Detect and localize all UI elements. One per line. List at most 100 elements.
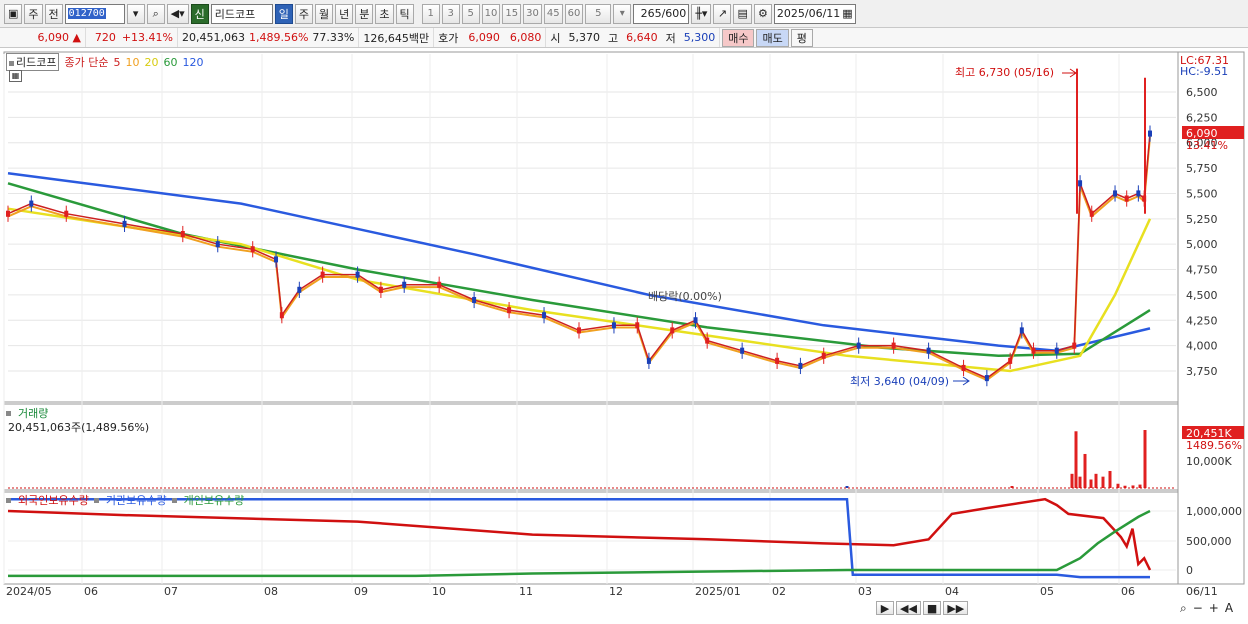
ma20-label: 20	[144, 55, 159, 69]
volume-bar	[1094, 473, 1098, 488]
stock-name-field[interactable]: 리드코프	[210, 3, 273, 24]
volume-info: 20,451,063 1,489.56% 77.33%	[178, 28, 360, 47]
speaker-icon[interactable]: ◀▾	[166, 3, 189, 24]
candle-body	[250, 246, 255, 253]
zoom-controls: ⌕ − + A	[1180, 601, 1233, 616]
interval-10[interactable]: 10	[481, 3, 501, 24]
amount: 126,645백만	[359, 28, 435, 47]
dropdown-chevron-icon[interactable]: ▾	[126, 3, 145, 24]
interval-60[interactable]: 60	[564, 3, 584, 24]
candle-body	[984, 375, 989, 382]
candle-body	[1136, 190, 1141, 197]
search-icon[interactable]: ⌕	[146, 3, 165, 24]
x-tick-label: 2025/01	[695, 585, 741, 598]
tab-day[interactable]: 일	[274, 3, 293, 24]
y-tick-label: 4,250	[1186, 314, 1218, 327]
interval-3[interactable]: 3	[441, 3, 460, 24]
candle-body	[1054, 347, 1059, 354]
eval-button[interactable]: 평	[790, 28, 813, 47]
interval-45[interactable]: 45	[543, 3, 563, 24]
hc-label: HC:-9.51	[1180, 65, 1228, 78]
individual-holding-label: 개인보유수량	[183, 494, 245, 507]
ma120-label: 120	[182, 55, 204, 69]
chart-area[interactable]: 6,500 6,250 6,000 5,750 5,500 5,250 5,000 4,750…	[0, 48, 1248, 621]
gear-icon[interactable]: ⚙	[753, 3, 772, 24]
ma-label: 종가 단순	[64, 56, 109, 69]
ohl: 시 5,370 고 6,640 저 5,300	[546, 28, 721, 47]
prev-button[interactable]: 전	[44, 3, 63, 24]
volume-bar	[1108, 470, 1112, 488]
orderbook: 호가 6,090 6,080	[434, 28, 547, 47]
candle-body	[279, 312, 284, 319]
date-field[interactable]: 2025/06/11 ▦	[773, 3, 856, 24]
candle-body	[1089, 210, 1094, 217]
tab-month[interactable]: 월	[315, 3, 334, 24]
volume-panel-frame	[3, 403, 1179, 491]
tab-second[interactable]: 초	[375, 3, 394, 24]
title-box[interactable]: 리드코프	[6, 53, 60, 71]
volume-pct-tag: 1489.56%	[1186, 439, 1242, 452]
x-tick-label: 12	[609, 585, 623, 598]
toolbar: ▣ 주 전 012700 ▾ ⌕ ◀▾ 신 리드코프 일 주 월 년 분 초 틱…	[0, 0, 1248, 28]
candle-body	[402, 281, 407, 288]
candle-body	[320, 271, 325, 278]
zoom-icon[interactable]: ⌕	[1180, 601, 1187, 616]
tab-week[interactable]: 주	[294, 3, 314, 24]
period-week-button[interactable]: 주	[24, 3, 43, 24]
candle-body	[1078, 180, 1083, 187]
price-change: 720 +13.41%	[86, 28, 178, 47]
tab-year[interactable]: 년	[335, 3, 354, 24]
y-tick-label: 4,750	[1186, 264, 1218, 277]
x-tick-label: 10	[432, 585, 446, 598]
tab-tick[interactable]: 틱	[395, 3, 414, 24]
x-tick-label: 04	[945, 585, 959, 598]
candle-body	[297, 286, 302, 293]
candle-body	[693, 317, 698, 324]
scroll-right-icon[interactable]: ▶	[876, 601, 894, 615]
candle-body	[705, 337, 710, 344]
x-tick-label: 05	[1040, 585, 1054, 598]
grid-table-icon[interactable]: ▦	[9, 70, 22, 82]
interval-select[interactable]: 5	[585, 3, 612, 24]
y-tick-label: 5,000	[1186, 238, 1218, 251]
interval-15[interactable]: 15	[502, 3, 522, 24]
candle-type-icon[interactable]: ╫▾	[691, 3, 712, 24]
ma5-label: 5	[113, 55, 121, 69]
y-tick-label: 5,500	[1186, 187, 1218, 200]
draw-tool-icon[interactable]: ↗	[713, 3, 732, 24]
candle-body	[64, 210, 69, 217]
candle-body	[215, 241, 220, 248]
candle-body	[1019, 327, 1024, 334]
stock-code-input[interactable]: 012700	[64, 3, 125, 24]
candle-body	[472, 296, 477, 304]
x-tick-label: 06	[1121, 585, 1135, 598]
window-icon[interactable]: ▣	[4, 3, 23, 24]
interval-30[interactable]: 30	[523, 3, 542, 24]
interval-dropdown-icon[interactable]: ▾	[613, 3, 632, 24]
candle-body	[891, 342, 896, 349]
zoom-in-icon[interactable]: +	[1209, 601, 1219, 616]
forward-icon[interactable]: ▶▶	[943, 601, 969, 615]
candle-body	[611, 322, 616, 329]
new-button[interactable]: 신	[190, 3, 209, 24]
candle-body	[577, 327, 581, 334]
auto-scale-icon[interactable]: A	[1225, 601, 1233, 616]
x-tick-label: 08	[264, 585, 278, 598]
rewind-icon[interactable]: ◀◀	[896, 601, 921, 615]
x-tick-label: 06	[84, 585, 98, 598]
interval-1[interactable]: 1	[421, 3, 440, 24]
buy-button[interactable]: 매수	[722, 28, 755, 47]
candle-body	[437, 281, 442, 288]
tab-minute[interactable]: 분	[355, 3, 374, 24]
zoom-out-icon[interactable]: −	[1193, 601, 1203, 616]
sell-button[interactable]: 매도	[756, 28, 789, 47]
interval-5[interactable]: 5	[461, 3, 480, 24]
chart-svg[interactable]: 6,5006,2506,0005,7505,5005,2505,0004,750…	[0, 48, 1248, 621]
calendar-icon[interactable]: ▦	[842, 7, 852, 20]
x-tick-label: 02	[772, 585, 786, 598]
institution-holding-label: 기관보유수량	[105, 494, 167, 507]
stop-icon[interactable]: ■	[922, 601, 942, 615]
holding-y-tick-label: 0	[1186, 564, 1193, 577]
save-icon[interactable]: ▤	[733, 3, 752, 24]
x-axis-ticks: 2024/05 06 07 08 09 10 11 12 2025/01 02 03 04 05 06 06…	[6, 585, 1218, 598]
